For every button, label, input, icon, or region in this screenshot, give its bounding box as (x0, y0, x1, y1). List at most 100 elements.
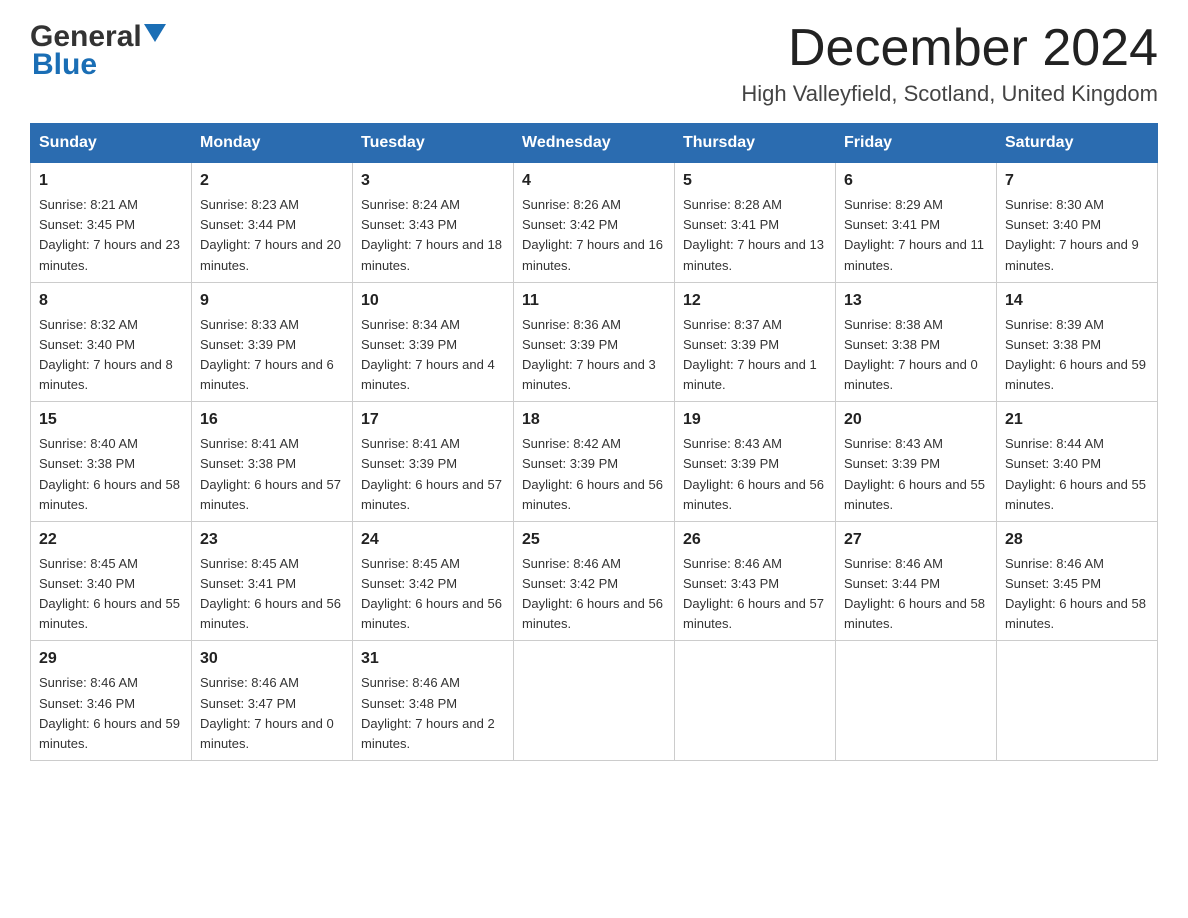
day-info: Sunrise: 8:43 AMSunset: 3:39 PMDaylight:… (683, 436, 824, 511)
day-cell: 2 Sunrise: 8:23 AMSunset: 3:44 PMDayligh… (192, 163, 353, 283)
day-info: Sunrise: 8:46 AMSunset: 3:43 PMDaylight:… (683, 556, 824, 631)
day-info: Sunrise: 8:23 AMSunset: 3:44 PMDaylight:… (200, 197, 341, 272)
day-number: 9 (200, 289, 344, 313)
day-cell: 28 Sunrise: 8:46 AMSunset: 3:45 PMDaylig… (997, 521, 1158, 641)
day-number: 8 (39, 289, 183, 313)
day-cell: 4 Sunrise: 8:26 AMSunset: 3:42 PMDayligh… (514, 163, 675, 283)
col-header-friday: Friday (836, 124, 997, 163)
day-number: 22 (39, 528, 183, 552)
col-header-monday: Monday (192, 124, 353, 163)
day-cell: 11 Sunrise: 8:36 AMSunset: 3:39 PMDaylig… (514, 282, 675, 402)
page-header: General Blue December 2024 High Valleyfi… (30, 20, 1158, 107)
day-info: Sunrise: 8:28 AMSunset: 3:41 PMDaylight:… (683, 197, 824, 272)
week-row-5: 29 Sunrise: 8:46 AMSunset: 3:46 PMDaylig… (31, 641, 1158, 761)
col-header-tuesday: Tuesday (353, 124, 514, 163)
day-number: 29 (39, 647, 183, 671)
day-cell: 19 Sunrise: 8:43 AMSunset: 3:39 PMDaylig… (675, 402, 836, 522)
day-cell: 29 Sunrise: 8:46 AMSunset: 3:46 PMDaylig… (31, 641, 192, 761)
day-number: 2 (200, 169, 344, 193)
day-info: Sunrise: 8:40 AMSunset: 3:38 PMDaylight:… (39, 436, 180, 511)
day-cell (675, 641, 836, 761)
day-info: Sunrise: 8:43 AMSunset: 3:39 PMDaylight:… (844, 436, 985, 511)
day-cell (836, 641, 997, 761)
day-cell: 3 Sunrise: 8:24 AMSunset: 3:43 PMDayligh… (353, 163, 514, 283)
header-row: SundayMondayTuesdayWednesdayThursdayFrid… (31, 124, 1158, 163)
day-info: Sunrise: 8:46 AMSunset: 3:45 PMDaylight:… (1005, 556, 1146, 631)
col-header-saturday: Saturday (997, 124, 1158, 163)
day-info: Sunrise: 8:45 AMSunset: 3:42 PMDaylight:… (361, 556, 502, 631)
day-info: Sunrise: 8:42 AMSunset: 3:39 PMDaylight:… (522, 436, 663, 511)
day-cell (997, 641, 1158, 761)
day-number: 5 (683, 169, 827, 193)
day-number: 21 (1005, 408, 1149, 432)
day-number: 4 (522, 169, 666, 193)
day-cell: 5 Sunrise: 8:28 AMSunset: 3:41 PMDayligh… (675, 163, 836, 283)
day-cell: 12 Sunrise: 8:37 AMSunset: 3:39 PMDaylig… (675, 282, 836, 402)
day-cell (514, 641, 675, 761)
day-number: 16 (200, 408, 344, 432)
day-number: 27 (844, 528, 988, 552)
day-info: Sunrise: 8:44 AMSunset: 3:40 PMDaylight:… (1005, 436, 1146, 511)
day-info: Sunrise: 8:41 AMSunset: 3:38 PMDaylight:… (200, 436, 341, 511)
day-cell: 27 Sunrise: 8:46 AMSunset: 3:44 PMDaylig… (836, 521, 997, 641)
day-cell: 30 Sunrise: 8:46 AMSunset: 3:47 PMDaylig… (192, 641, 353, 761)
day-info: Sunrise: 8:21 AMSunset: 3:45 PMDaylight:… (39, 197, 180, 272)
day-info: Sunrise: 8:39 AMSunset: 3:38 PMDaylight:… (1005, 317, 1146, 392)
day-info: Sunrise: 8:33 AMSunset: 3:39 PMDaylight:… (200, 317, 334, 392)
day-info: Sunrise: 8:45 AMSunset: 3:41 PMDaylight:… (200, 556, 341, 631)
day-number: 30 (200, 647, 344, 671)
day-cell: 17 Sunrise: 8:41 AMSunset: 3:39 PMDaylig… (353, 402, 514, 522)
day-number: 31 (361, 647, 505, 671)
col-header-thursday: Thursday (675, 124, 836, 163)
day-number: 20 (844, 408, 988, 432)
col-header-sunday: Sunday (31, 124, 192, 163)
day-cell: 1 Sunrise: 8:21 AMSunset: 3:45 PMDayligh… (31, 163, 192, 283)
month-title: December 2024 (741, 20, 1158, 77)
calendar-table: SundayMondayTuesdayWednesdayThursdayFrid… (30, 123, 1158, 761)
day-cell: 25 Sunrise: 8:46 AMSunset: 3:42 PMDaylig… (514, 521, 675, 641)
day-info: Sunrise: 8:45 AMSunset: 3:40 PMDaylight:… (39, 556, 180, 631)
day-number: 18 (522, 408, 666, 432)
day-cell: 14 Sunrise: 8:39 AMSunset: 3:38 PMDaylig… (997, 282, 1158, 402)
day-info: Sunrise: 8:46 AMSunset: 3:44 PMDaylight:… (844, 556, 985, 631)
day-cell: 16 Sunrise: 8:41 AMSunset: 3:38 PMDaylig… (192, 402, 353, 522)
day-number: 6 (844, 169, 988, 193)
day-info: Sunrise: 8:46 AMSunset: 3:47 PMDaylight:… (200, 675, 334, 750)
day-info: Sunrise: 8:46 AMSunset: 3:48 PMDaylight:… (361, 675, 495, 750)
day-number: 17 (361, 408, 505, 432)
week-row-2: 8 Sunrise: 8:32 AMSunset: 3:40 PMDayligh… (31, 282, 1158, 402)
day-cell: 6 Sunrise: 8:29 AMSunset: 3:41 PMDayligh… (836, 163, 997, 283)
day-cell: 9 Sunrise: 8:33 AMSunset: 3:39 PMDayligh… (192, 282, 353, 402)
day-cell: 13 Sunrise: 8:38 AMSunset: 3:38 PMDaylig… (836, 282, 997, 402)
logo-triangle-icon (144, 24, 166, 46)
day-info: Sunrise: 8:37 AMSunset: 3:39 PMDaylight:… (683, 317, 817, 392)
day-cell: 26 Sunrise: 8:46 AMSunset: 3:43 PMDaylig… (675, 521, 836, 641)
day-cell: 22 Sunrise: 8:45 AMSunset: 3:40 PMDaylig… (31, 521, 192, 641)
day-number: 14 (1005, 289, 1149, 313)
day-number: 7 (1005, 169, 1149, 193)
day-number: 25 (522, 528, 666, 552)
day-number: 13 (844, 289, 988, 313)
day-cell: 21 Sunrise: 8:44 AMSunset: 3:40 PMDaylig… (997, 402, 1158, 522)
day-number: 24 (361, 528, 505, 552)
day-cell: 8 Sunrise: 8:32 AMSunset: 3:40 PMDayligh… (31, 282, 192, 402)
day-number: 26 (683, 528, 827, 552)
day-number: 28 (1005, 528, 1149, 552)
day-info: Sunrise: 8:24 AMSunset: 3:43 PMDaylight:… (361, 197, 502, 272)
day-cell: 31 Sunrise: 8:46 AMSunset: 3:48 PMDaylig… (353, 641, 514, 761)
day-cell: 20 Sunrise: 8:43 AMSunset: 3:39 PMDaylig… (836, 402, 997, 522)
day-cell: 24 Sunrise: 8:45 AMSunset: 3:42 PMDaylig… (353, 521, 514, 641)
week-row-1: 1 Sunrise: 8:21 AMSunset: 3:45 PMDayligh… (31, 163, 1158, 283)
day-info: Sunrise: 8:41 AMSunset: 3:39 PMDaylight:… (361, 436, 502, 511)
title-area: December 2024 High Valleyfield, Scotland… (741, 20, 1158, 107)
day-number: 15 (39, 408, 183, 432)
day-info: Sunrise: 8:29 AMSunset: 3:41 PMDaylight:… (844, 197, 984, 272)
day-number: 19 (683, 408, 827, 432)
day-info: Sunrise: 8:26 AMSunset: 3:42 PMDaylight:… (522, 197, 663, 272)
day-number: 12 (683, 289, 827, 313)
day-number: 11 (522, 289, 666, 313)
logo-blue-text: Blue (32, 48, 97, 82)
logo: General Blue (30, 20, 166, 82)
day-number: 23 (200, 528, 344, 552)
day-cell: 18 Sunrise: 8:42 AMSunset: 3:39 PMDaylig… (514, 402, 675, 522)
